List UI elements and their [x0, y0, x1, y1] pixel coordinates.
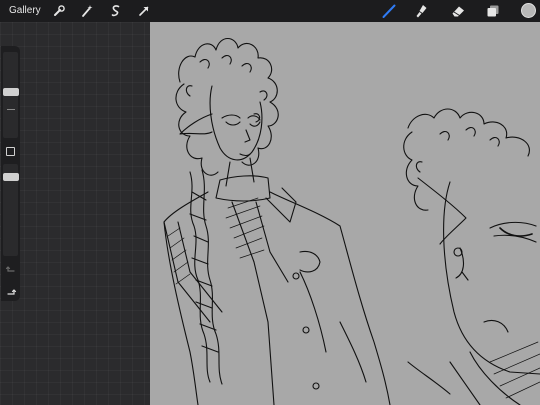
redo-icon[interactable]	[5, 285, 17, 297]
transform-arrow-icon[interactable]	[136, 3, 152, 19]
selection-icon[interactable]	[108, 3, 124, 19]
brush-size-handle[interactable]	[3, 88, 19, 96]
sidebar-divider	[7, 109, 15, 110]
eraser-icon[interactable]	[450, 3, 466, 19]
top-toolbar: Gallery	[0, 0, 540, 22]
opacity-handle[interactable]	[3, 173, 19, 181]
drawing-canvas[interactable]	[150, 22, 540, 405]
brush-icon[interactable]	[381, 3, 397, 19]
magic-wand-icon[interactable]	[79, 3, 95, 19]
color-swatch-button[interactable]	[521, 3, 536, 18]
sketch-drawing	[163, 37, 540, 405]
modify-button[interactable]	[6, 147, 15, 156]
layers-icon[interactable]	[485, 3, 501, 19]
undo-icon[interactable]	[5, 262, 17, 274]
wrench-icon[interactable]	[51, 3, 67, 19]
smudge-icon[interactable]	[414, 3, 430, 19]
gallery-button[interactable]: Gallery	[9, 4, 41, 18]
left-sidebar	[1, 46, 20, 301]
